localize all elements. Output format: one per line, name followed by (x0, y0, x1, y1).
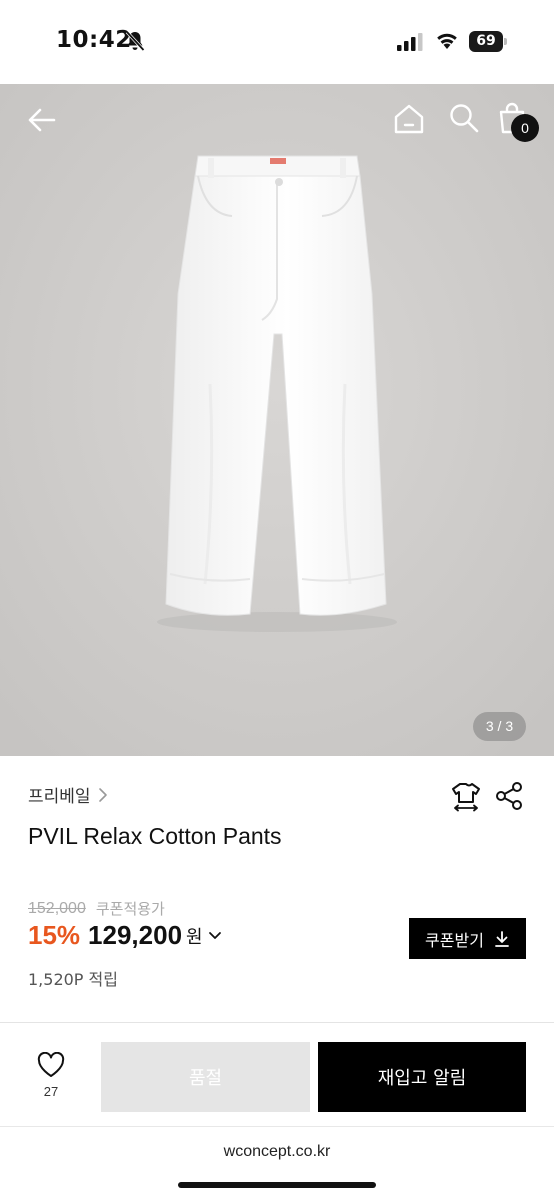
status-time: 10:42 (56, 27, 132, 53)
coupon-button-label: 쿠폰받기 (425, 930, 484, 950)
download-icon (495, 930, 509, 947)
wishlist-button[interactable]: 27 (28, 1052, 74, 1106)
chevron-down-icon[interactable] (208, 931, 222, 941)
bell-slash-icon (125, 30, 145, 52)
download-coupon-button[interactable]: 쿠폰받기 (409, 918, 526, 959)
restock-alert-button[interactable]: 재입고 알림 (318, 1042, 526, 1112)
image-pager: 3 / 3 (473, 712, 526, 741)
wishlist-count: 27 (43, 1084, 59, 1099)
status-bar: 10:42 69 (0, 0, 554, 84)
home-icon[interactable] (392, 102, 426, 136)
battery-level: 69 (469, 31, 503, 52)
divider (0, 1022, 554, 1023)
cart-count-badge[interactable]: 0 (511, 114, 539, 142)
coupon-price-label: 쿠폰적용가 (95, 900, 165, 918)
reward-points: 1,520P 적립 (28, 970, 118, 989)
discount-rate: 15% (28, 920, 81, 950)
signal-icon (397, 33, 423, 51)
search-icon[interactable] (448, 102, 480, 134)
brand-name: 프리베일 (28, 787, 91, 807)
original-price: 152,000 (28, 899, 86, 917)
heart-icon (37, 1052, 65, 1077)
product-title: PVIL Relax Cotton Pants (28, 823, 282, 849)
brand-link[interactable]: 프리베일 (28, 782, 109, 807)
chevron-right-icon (98, 787, 107, 802)
product-photo-pants (0, 84, 554, 756)
battery-icon: 69 (469, 31, 509, 52)
size-guide-shirt-icon[interactable] (450, 780, 482, 812)
currency-unit: 원 (186, 926, 203, 948)
home-indicator[interactable] (178, 1182, 376, 1188)
original-price-row: 152,000 쿠폰적용가 (28, 898, 165, 919)
sale-price: 129,200 (88, 920, 183, 950)
url-text[interactable]: wconcept.co.kr (0, 1143, 554, 1161)
product-image-gallery[interactable]: 0 3 / 3 (0, 84, 554, 756)
soldout-button[interactable]: 품절 (101, 1042, 310, 1112)
battery-tip (504, 38, 507, 45)
back-arrow-icon[interactable] (26, 104, 58, 136)
share-icon[interactable] (495, 781, 523, 811)
browser-url-bar[interactable]: wconcept.co.kr (0, 1126, 554, 1200)
wifi-icon (437, 33, 457, 49)
sale-price-row[interactable]: 15% 129,200 원 (28, 920, 222, 951)
